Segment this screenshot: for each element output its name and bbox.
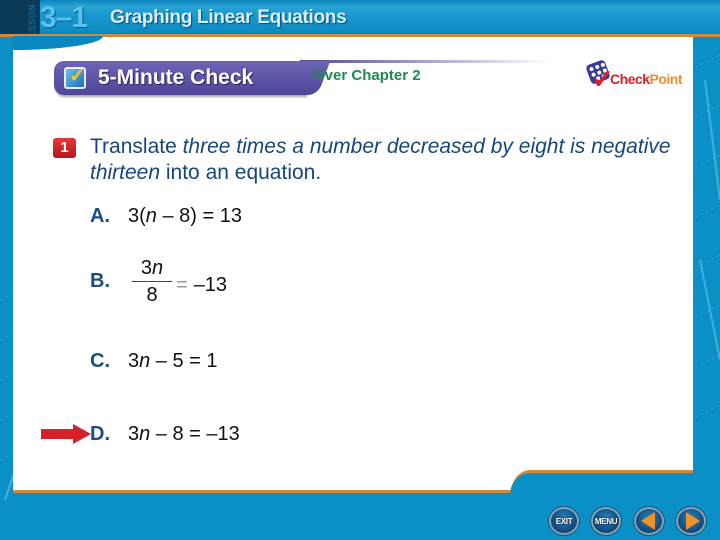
- badge-underline: [300, 60, 550, 63]
- question-prefix: Translate: [90, 135, 183, 158]
- checkpoint-text: CheckPoint: [610, 71, 683, 87]
- exit-label: EXIT: [555, 516, 573, 526]
- option-text: – 5 = 1: [150, 350, 218, 372]
- five-minute-check-badge: ✓ 5-Minute Check: [54, 61, 306, 95]
- menu-button[interactable]: MENU: [591, 507, 621, 535]
- option-b[interactable]: B.: [90, 270, 128, 293]
- logo-point-text: Point: [649, 71, 683, 87]
- answer-arrow-icon: [41, 424, 91, 444]
- question-suffix: into an equation.: [160, 161, 322, 184]
- option-letter: C.: [90, 350, 110, 372]
- option-a[interactable]: A. 3(n – 8) = 13: [90, 205, 242, 228]
- option-b-rhs: = –13: [176, 274, 227, 297]
- next-button[interactable]: [676, 507, 706, 535]
- rhs-value: –13: [193, 274, 228, 296]
- triangle-right-icon: [685, 512, 700, 530]
- option-variable: n: [139, 423, 151, 445]
- numerator-var: n: [152, 257, 164, 279]
- menu-label: MENU: [594, 516, 618, 526]
- option-b-fraction: 3n 8: [132, 257, 172, 306]
- option-d[interactable]: D. 3n – 8 = –13: [90, 423, 240, 446]
- lesson-title: Graphing Linear Equations: [110, 7, 347, 28]
- lesson-number: 3–1: [40, 1, 88, 34]
- option-letter: B.: [90, 270, 110, 292]
- exit-button[interactable]: EXIT: [549, 507, 579, 535]
- option-text: 3: [128, 350, 140, 372]
- option-text: 3(: [128, 205, 146, 227]
- option-letter: A.: [90, 205, 110, 227]
- option-text: 3: [128, 423, 140, 445]
- question-number-badge: 1: [53, 138, 76, 158]
- fraction-denominator: 8: [146, 284, 158, 306]
- fraction-bar: [132, 281, 172, 282]
- option-variable: n: [145, 205, 157, 227]
- lesson-header: LESSON 3–1 Graphing Linear Equations: [0, 0, 720, 44]
- triangle-left-icon: [641, 512, 655, 530]
- option-text: – 8) = 13: [156, 205, 242, 227]
- option-letter: D.: [90, 423, 110, 445]
- option-text: – 8 = –13: [150, 423, 240, 445]
- question-text: Translate three times a number decreased…: [90, 134, 690, 186]
- badge-label: 5-Minute Check: [98, 66, 254, 89]
- checkbox-icon: ✓: [64, 65, 86, 89]
- option-c[interactable]: C. 3n – 5 = 1: [90, 350, 218, 373]
- fraction-numerator: 3n: [132, 257, 172, 279]
- previous-button[interactable]: [634, 507, 664, 535]
- checkpoint-logo: ✓ CheckPoint: [585, 59, 688, 94]
- equals-sign: =: [176, 274, 188, 296]
- nav-bar-curve: [510, 470, 693, 496]
- logo-check-text: Check: [610, 71, 650, 87]
- badge-subtitle: Over Chapter 2: [313, 67, 421, 84]
- numerator-coef: 3: [140, 257, 152, 279]
- option-variable: n: [139, 350, 151, 372]
